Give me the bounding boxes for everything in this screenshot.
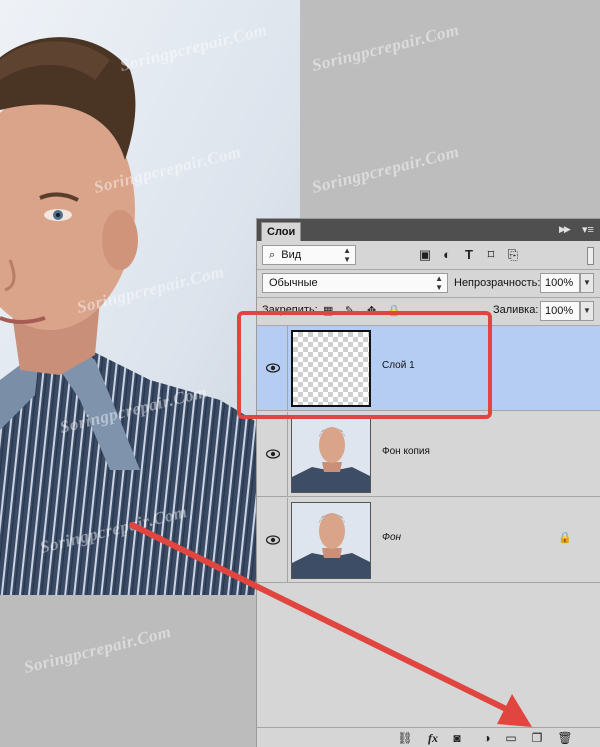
adjustment-layer-icon[interactable]: ◑ — [479, 730, 495, 746]
layer-thumbnail-photo — [291, 502, 371, 579]
divider — [287, 412, 288, 497]
eye-icon[interactable] — [266, 535, 280, 545]
layer-name[interactable]: Фон — [382, 532, 401, 543]
double-chevron-right-icon[interactable]: ▶▶ — [559, 224, 571, 235]
image-filter-icon[interactable]: ▣ — [417, 247, 433, 263]
annotation-highlight-box — [237, 311, 492, 419]
canvas-photo — [0, 0, 300, 595]
smart-object-filter-icon[interactable]: ⎘ — [505, 247, 521, 263]
shape-filter-icon[interactable]: ⌑ — [483, 247, 499, 263]
panel-header: Слои ▶▶ ▾≡ — [257, 219, 600, 241]
opacity-dropdown-arrow[interactable]: ▼ — [580, 273, 594, 293]
eye-icon[interactable] — [266, 449, 280, 459]
tab-layers[interactable]: Слои — [261, 222, 301, 241]
layer-row-background-copy[interactable]: Фон копия — [257, 412, 600, 497]
lock-icon: 🔒 — [558, 532, 572, 544]
divider — [287, 498, 288, 583]
opacity-label: Непрозрачность: — [454, 277, 541, 289]
adjustment-filter-icon[interactable]: ◐ — [439, 247, 455, 263]
text-filter-icon[interactable]: T — [461, 247, 477, 263]
fx-icon[interactable]: fx — [423, 730, 443, 746]
search-icon: ⌕ — [269, 249, 276, 261]
canvas-background-bottom — [0, 595, 300, 747]
layer-thumbnail-photo — [291, 416, 371, 493]
new-layer-icon[interactable]: ❐ — [529, 730, 545, 746]
filter-kind-select[interactable]: ⌕ Вид ▲ ▼ — [262, 245, 356, 265]
layer-name[interactable]: Фон копия — [382, 446, 430, 457]
fill-input[interactable]: 100% — [540, 301, 580, 321]
blend-mode-value: Обычные — [269, 277, 318, 289]
layers-bottom-toolbar: ⛓ fx ◙ ◑ ▭ ❐ 🗑 — [257, 727, 600, 747]
opacity-input[interactable]: 100% — [540, 273, 580, 293]
new-group-icon[interactable]: ▭ — [503, 730, 519, 746]
filter-kind-label: Вид — [281, 249, 302, 261]
panel-menu-icon[interactable]: ▾≡ — [582, 223, 594, 236]
chevron-updown-icon: ▲ ▼ — [343, 246, 351, 264]
blend-mode-select[interactable]: Обычные ▲ ▼ — [262, 273, 448, 293]
filter-icons: ▣ ◐ T ⌑ ⎘ — [413, 245, 589, 265]
add-mask-icon[interactable]: ◙ — [449, 730, 465, 746]
screenshot-stage: Soringpcrepair.Com Soringpcrepair.Com So… — [0, 0, 600, 747]
divider — [257, 269, 600, 270]
link-layers-icon[interactable]: ⛓ — [397, 730, 413, 746]
layers-panel: Слои ▶▶ ▾≡ ⌕ Вид ▲ ▼ ▣ ◐ T ⌑ ⎘ Обычные ▲ ▼… — [256, 218, 600, 747]
fill-label: Заливка: — [493, 304, 539, 316]
divider — [257, 297, 600, 298]
filter-toggle[interactable] — [587, 247, 594, 265]
layer-row-background[interactable]: Фон 🔒 — [257, 498, 600, 583]
portrait-illustration — [0, 0, 300, 595]
chevron-updown-icon: ▲ ▼ — [435, 274, 443, 292]
delete-layer-icon[interactable]: 🗑 — [557, 730, 573, 746]
fill-dropdown-arrow[interactable]: ▼ — [580, 301, 594, 321]
